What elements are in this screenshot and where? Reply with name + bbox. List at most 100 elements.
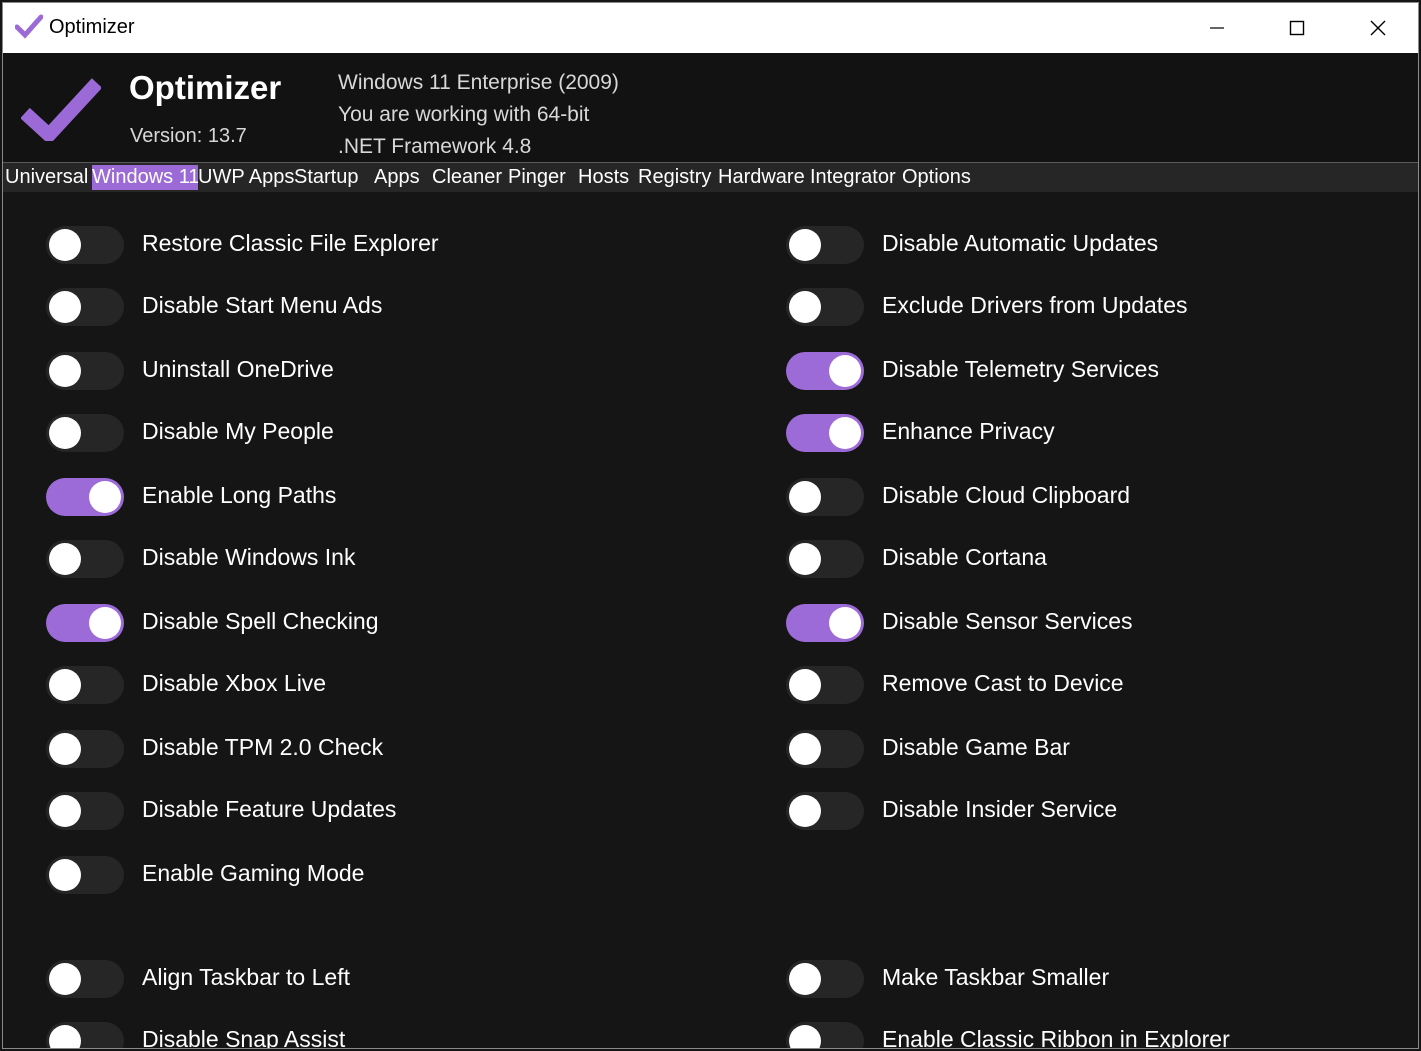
option-label[interactable]: Disable Cloud Clipboard [882,482,1130,509]
option-row-disable-feature-updates[interactable]: Disable Feature Updates [46,792,746,832]
arch-info: You are working with 64-bit [338,103,590,126]
toggle-switch[interactable] [46,478,124,516]
toggle-switch[interactable] [786,414,864,452]
tab-apps[interactable]: Apps [374,165,430,190]
option-row-exclude-drivers-from-updates[interactable]: Exclude Drivers from Updates [786,288,1418,328]
option-row-disable-windows-ink[interactable]: Disable Windows Ink [46,540,746,580]
option-row-disable-snap-assist[interactable]: Disable Snap Assist [46,1022,746,1048]
option-row-enable-classic-ribbon-in-explorer[interactable]: Enable Classic Ribbon in Explorer [786,1022,1418,1048]
version-label: Version: 13.7 [130,125,247,147]
option-row-disable-automatic-updates[interactable]: Disable Automatic Updates [786,226,1418,266]
option-row-disable-my-people[interactable]: Disable My People [46,414,746,454]
option-label[interactable]: Enhance Privacy [882,418,1055,445]
option-row-disable-sensor-services[interactable]: Disable Sensor Services [786,604,1418,644]
option-row-align-taskbar-to-left[interactable]: Align Taskbar to Left [46,960,746,1000]
toggle-switch[interactable] [46,352,124,390]
toggle-switch[interactable] [46,792,124,830]
tab-options[interactable]: Options [902,165,988,190]
tab-universal[interactable]: Universal [5,165,91,190]
option-row-disable-cortana[interactable]: Disable Cortana [786,540,1418,580]
option-label[interactable]: Enable Long Paths [142,482,336,509]
toggle-switch[interactable] [46,414,124,452]
tab-registry[interactable]: Registry [638,165,718,190]
tab-cleaner[interactable]: Cleaner [432,165,506,190]
option-label[interactable]: Restore Classic File Explorer [142,230,439,257]
option-label[interactable]: Uninstall OneDrive [142,356,334,383]
option-label[interactable]: Disable Game Bar [882,734,1070,761]
option-label[interactable]: Make Taskbar Smaller [882,964,1109,991]
option-label[interactable]: Disable Xbox Live [142,670,326,697]
toggle-switch[interactable] [786,478,864,516]
option-row-make-taskbar-smaller[interactable]: Make Taskbar Smaller [786,960,1418,1000]
toggle-switch[interactable] [786,730,864,768]
toggle-knob [829,607,861,639]
tab-pinger[interactable]: Pinger [508,165,576,190]
toggle-knob [49,1025,81,1048]
option-row-remove-cast-to-device[interactable]: Remove Cast to Device [786,666,1418,706]
option-label[interactable]: Disable My People [142,418,334,445]
toggle-switch[interactable] [786,792,864,830]
title-bar[interactable]: Optimizer [3,3,1418,53]
option-label[interactable]: Disable Windows Ink [142,544,355,571]
toggle-switch[interactable] [786,540,864,578]
option-row-disable-telemetry-services[interactable]: Disable Telemetry Services [786,352,1418,392]
option-row-disable-spell-checking[interactable]: Disable Spell Checking [46,604,746,644]
toggle-knob [49,669,81,701]
toggle-switch[interactable] [786,226,864,264]
window-title: Optimizer [49,16,135,38]
option-label[interactable]: Disable Spell Checking [142,608,379,635]
toggle-switch[interactable] [786,960,864,998]
option-row-disable-cloud-clipboard[interactable]: Disable Cloud Clipboard [786,478,1418,518]
option-row-enable-long-paths[interactable]: Enable Long Paths [46,478,746,518]
option-label[interactable]: Remove Cast to Device [882,670,1124,697]
option-label[interactable]: Enable Classic Ribbon in Explorer [882,1026,1230,1048]
option-row-disable-xbox-live[interactable]: Disable Xbox Live [46,666,746,706]
option-row-enable-gaming-mode[interactable]: Enable Gaming Mode [46,856,746,896]
option-label[interactable]: Exclude Drivers from Updates [882,292,1188,319]
toggle-knob [89,607,121,639]
toggle-switch[interactable] [46,1022,124,1048]
toggle-switch[interactable] [46,666,124,704]
toggle-switch[interactable] [786,288,864,326]
option-row-uninstall-onedrive[interactable]: Uninstall OneDrive [46,352,746,392]
tab-windows-11[interactable]: Windows 11 [92,165,198,190]
option-label[interactable]: Disable Insider Service [882,796,1117,823]
toggle-knob [49,355,81,387]
tab-hosts[interactable]: Hosts [578,165,636,190]
option-row-disable-start-menu-ads[interactable]: Disable Start Menu Ads [46,288,746,328]
tab-uwp-apps[interactable]: UWP Apps [198,165,294,190]
option-label[interactable]: Disable Snap Assist [142,1026,345,1048]
minimize-button[interactable] [1177,3,1257,53]
close-button[interactable] [1338,3,1418,53]
toggle-switch[interactable] [786,1022,864,1048]
option-label[interactable]: Align Taskbar to Left [142,964,350,991]
option-row-disable-tpm-2-0-check[interactable]: Disable TPM 2.0 Check [46,730,746,770]
option-label[interactable]: Disable Start Menu Ads [142,292,382,319]
option-row-disable-game-bar[interactable]: Disable Game Bar [786,730,1418,770]
toggle-switch[interactable] [46,960,124,998]
toggle-switch[interactable] [46,288,124,326]
option-label[interactable]: Enable Gaming Mode [142,860,364,887]
option-row-enhance-privacy[interactable]: Enhance Privacy [786,414,1418,454]
option-label[interactable]: Disable Automatic Updates [882,230,1158,257]
tab-integrator[interactable]: Integrator [810,165,902,190]
option-row-restore-classic-file-explorer[interactable]: Restore Classic File Explorer [46,226,746,266]
tab-startup[interactable]: Startup [294,165,372,190]
tab-hardware[interactable]: Hardware [718,165,810,190]
toggle-switch[interactable] [786,666,864,704]
toggle-switch[interactable] [786,604,864,642]
option-label[interactable]: Disable Telemetry Services [882,356,1159,383]
option-label[interactable]: Disable Sensor Services [882,608,1133,635]
maximize-button[interactable] [1257,3,1337,53]
option-row-disable-insider-service[interactable]: Disable Insider Service [786,792,1418,832]
option-label[interactable]: Disable TPM 2.0 Check [142,734,383,761]
toggle-switch[interactable] [46,226,124,264]
toggle-switch[interactable] [46,730,124,768]
toggle-switch[interactable] [46,604,124,642]
option-label[interactable]: Disable Cortana [882,544,1047,571]
toggle-knob [789,733,821,765]
option-label[interactable]: Disable Feature Updates [142,796,396,823]
toggle-switch[interactable] [46,540,124,578]
toggle-switch[interactable] [786,352,864,390]
toggle-switch[interactable] [46,856,124,894]
